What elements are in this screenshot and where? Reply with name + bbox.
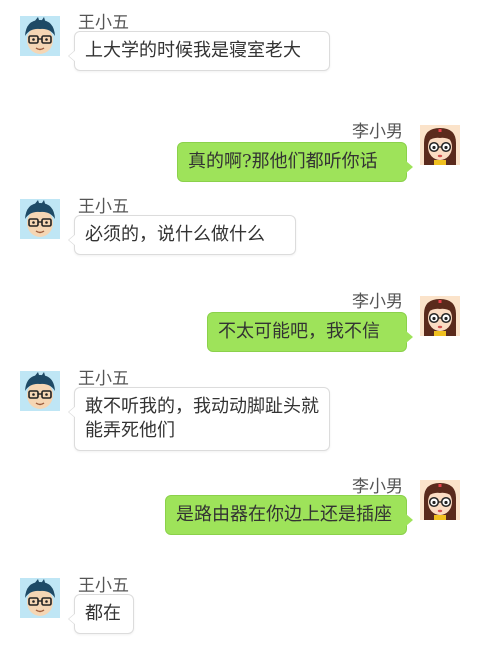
message-bubble-sent[interactable]: 真的啊?那他们都听你话 [177, 142, 413, 182]
message-bubble-sent[interactable]: 不太可能吧，我不信 [207, 312, 413, 352]
sender-name: 李小男 [352, 122, 403, 142]
sender-name: 王小五 [78, 13, 129, 33]
girl-glasses-avatar-icon[interactable] [420, 296, 460, 336]
sender-name: 王小五 [78, 197, 129, 217]
sender-name: 李小男 [352, 292, 403, 312]
message-bubble-received[interactable]: 上大学的时候我是寝室老大 [68, 31, 330, 71]
chat-conversation: 王小五 上大学的时候我是寝室老大 李小男 真的啊?那他们都听你话 王小五 必须的… [0, 0, 480, 663]
sender-name: 王小五 [78, 369, 129, 389]
boy-glasses-avatar-icon[interactable] [20, 199, 60, 239]
message-bubble-received[interactable]: 都在 [68, 594, 134, 634]
boy-glasses-avatar-icon[interactable] [20, 371, 60, 411]
message-bubble-received[interactable]: 敢不听我的，我动动脚趾头就能弄死他们 [68, 387, 330, 451]
sender-name: 李小男 [352, 477, 403, 497]
girl-glasses-avatar-icon[interactable] [420, 480, 460, 520]
message-bubble-received[interactable]: 必须的，说什么做什么 [68, 215, 296, 255]
boy-glasses-avatar-icon[interactable] [20, 578, 60, 618]
girl-glasses-avatar-icon[interactable] [420, 125, 460, 165]
message-bubble-sent[interactable]: 是路由器在你边上还是插座 [165, 495, 413, 535]
boy-glasses-avatar-icon[interactable] [20, 16, 60, 56]
sender-name: 王小五 [78, 576, 129, 596]
